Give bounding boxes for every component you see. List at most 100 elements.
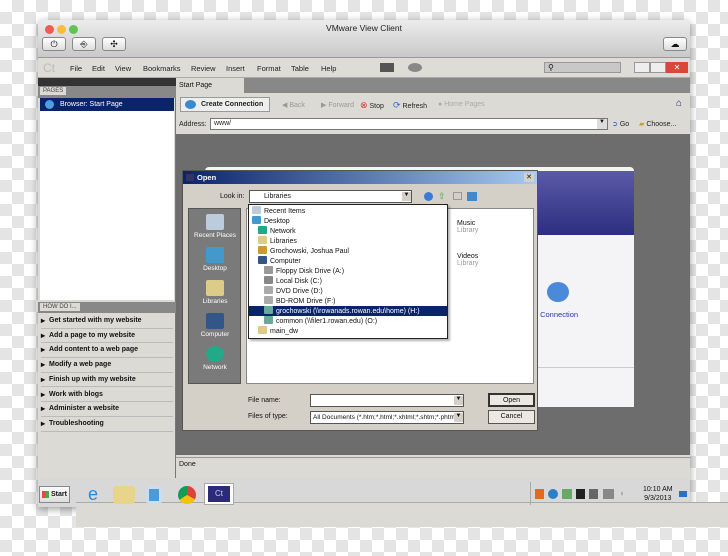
pages-item-start-page[interactable]: Browser: Start Page [40,98,174,111]
tray-device-icon[interactable] [589,489,598,499]
back-button[interactable]: ◀ Back [282,101,305,109]
tray-network-icon[interactable] [548,489,558,499]
place-desktop[interactable]: Desktop [189,247,241,272]
start-button[interactable]: Start [39,486,70,503]
list-item[interactable]: Network [249,226,447,236]
recent-places-icon [206,214,224,230]
stop-button[interactable]: ⊗ Stop [360,100,384,111]
list-item[interactable]: main_dw [249,326,447,336]
file-name-input[interactable] [310,394,464,407]
minimize-button[interactable] [634,62,650,73]
how-item[interactable]: Get started with my website [41,314,173,329]
list-item[interactable]: Libraries [249,236,447,246]
show-desktop-button[interactable] [679,491,687,497]
choose-button[interactable]: ▰ Choose... [639,120,676,128]
tray-display-icon[interactable] [603,489,614,499]
address-dropdown[interactable]: ▼ [597,119,607,129]
files-of-type-label: Files of type: [248,413,288,420]
blog-connection-icon[interactable] [547,282,569,302]
panel-collapse-bar[interactable] [38,78,176,86]
how-item[interactable]: Finish up with my website [41,373,173,388]
window-title: VMware View Client [326,23,402,33]
list-item[interactable]: Recent Items [249,206,447,216]
chrome-icon[interactable] [178,486,196,504]
list-item[interactable]: BD-ROM Drive (F:) [249,296,447,306]
how-item[interactable]: Add content to a web page [41,343,173,359]
clock[interactable]: 10:10 AM 9/3/2013 [643,485,673,503]
list-item[interactable]: common (\\filer1.rowan.edu) (O:) [249,316,447,326]
menu-format[interactable]: Format [257,64,281,73]
place-libraries[interactable]: Libraries [189,280,241,305]
up-folder-icon[interactable]: ⇧ [438,191,446,202]
list-item[interactable]: Grochowski, Joshua Paul [249,246,447,256]
dialog-close-icon[interactable]: ✕ [524,173,534,182]
volume-icon[interactable]: ◖ [619,488,624,498]
home-pages-button[interactable]: ● Home Pages [438,101,485,108]
menu-view[interactable]: View [115,64,131,73]
refresh-icon: ⟳ [393,100,401,110]
list-item[interactable]: Computer [249,256,447,266]
address-label: Address: [179,121,207,128]
library-videos[interactable]: Videos Library [457,253,478,267]
tray-wireless-icon[interactable] [576,489,585,499]
list-item[interactable]: Local Disk (C:) [249,276,447,286]
taskbar-active-app[interactable]: Ct [204,483,234,505]
file-name-dropdown[interactable]: ▼ [454,396,463,405]
home-icon[interactable]: ⌂ [676,98,682,109]
place-computer[interactable]: Computer [189,313,241,338]
network-icon[interactable] [408,63,422,72]
title-bar: VMware View Client ⏻ ⎆ ✣ ☁ [38,20,690,58]
tray-app-icon[interactable] [535,489,544,499]
forward-button[interactable]: ▶ Forward [321,101,354,109]
files-of-type-dropdown[interactable]: ▼ [454,413,463,422]
libraries-icon [206,280,224,296]
cancel-button[interactable]: Cancel [488,410,535,424]
how-item[interactable]: Add a page to my website [41,329,173,344]
menu-file[interactable]: File [70,64,82,73]
how-item[interactable]: Modify a web page [41,358,173,373]
cloud-upload-icon[interactable]: ☁ [663,37,687,51]
menu-table[interactable]: Table [291,64,309,73]
list-item[interactable]: Desktop [249,216,447,226]
app-icon [186,174,194,181]
close-button[interactable]: ✕ [666,62,688,73]
file-explorer-icon[interactable] [113,486,135,504]
list-item-selected[interactable]: grochowski (\\rowanads.rowan.edu\home) (… [249,306,447,317]
files-of-type-select[interactable]: All Documents (*.htm;*.html;*.xhtml;*.sh… [310,411,464,424]
list-item[interactable]: Floppy Disk Drive (A:) [249,266,447,276]
pages-list [40,111,174,300]
look-in-select[interactable]: Libraries [249,190,412,203]
place-recent[interactable]: Recent Places [189,214,241,239]
folder-icon: ▰ [639,121,645,128]
address-input[interactable]: www/ [210,118,608,130]
place-network[interactable]: Network [189,346,241,371]
create-connection-button[interactable]: Create Connection [180,97,270,112]
views-menu-icon[interactable] [467,192,477,201]
usb-icon[interactable]: ✣ [102,37,126,51]
send-ctrl-alt-del-icon[interactable]: ⎆ [72,37,96,51]
search-input[interactable]: ⚲ [544,62,621,73]
tray-sync-icon[interactable] [562,489,572,499]
refresh-button[interactable]: ⟳ Refresh [393,100,427,111]
open-button[interactable]: Open [488,393,535,407]
chevron-down-icon[interactable]: ▼ [402,192,411,201]
restore-button[interactable] [650,62,666,73]
how-item[interactable]: Troubleshooting [41,417,173,432]
go-button[interactable]: ➲ Go [612,120,629,128]
disconnect-icon[interactable]: ⏻ [42,37,66,51]
menu-insert[interactable]: Insert [226,64,245,73]
media-player-icon[interactable] [146,486,162,504]
menu-bookmarks[interactable]: Bookmarks [143,64,181,73]
menu-edit[interactable]: Edit [92,64,105,73]
list-item[interactable]: DVD Drive (D:) [249,286,447,296]
layout-icon[interactable] [380,63,394,72]
tab-start-page[interactable]: Start Page [176,78,244,94]
menu-help[interactable]: Help [321,64,336,73]
library-music[interactable]: Music Library [457,220,478,234]
back-icon[interactable] [424,192,433,201]
menu-review[interactable]: Review [191,64,216,73]
how-item[interactable]: Work with blogs [41,388,173,403]
internet-explorer-icon[interactable]: e [82,485,104,503]
new-folder-icon[interactable] [453,192,462,200]
how-item[interactable]: Administer a website [41,402,173,417]
